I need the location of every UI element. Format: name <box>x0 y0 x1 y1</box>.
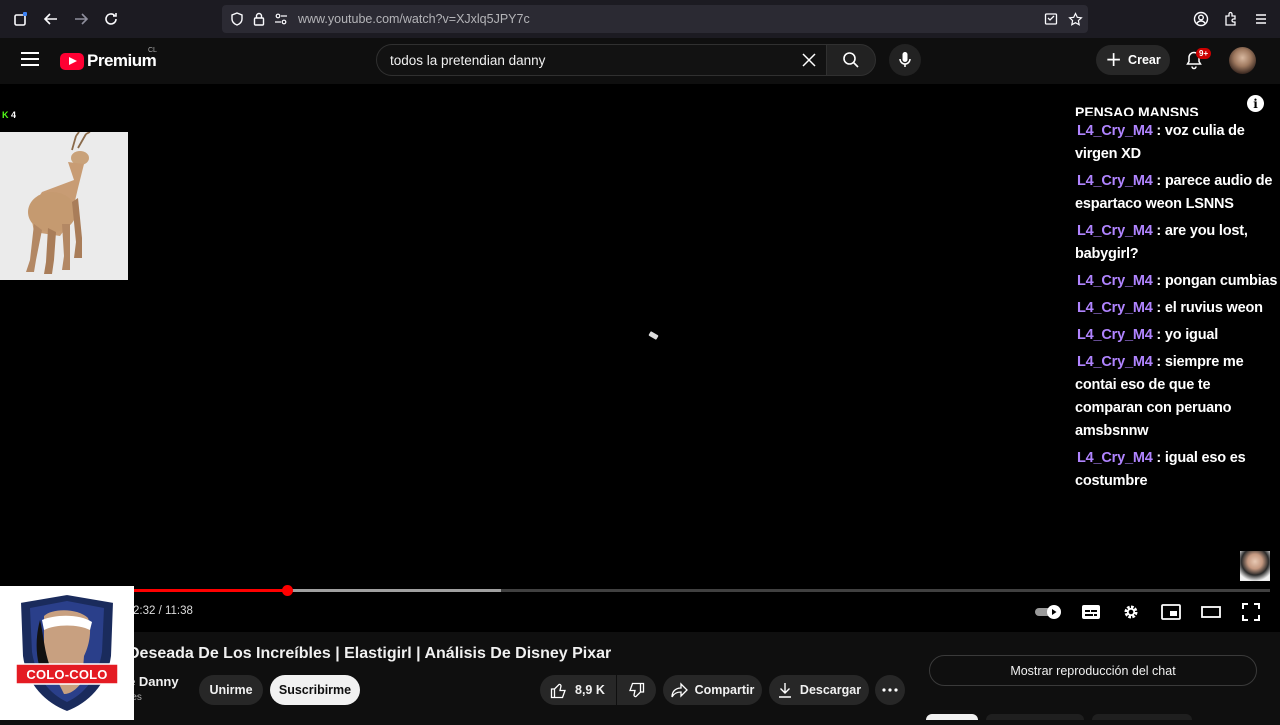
chat-message: L4_Cry_M4 : pongan cumbias <box>1075 270 1280 293</box>
reader-view-icon[interactable] <box>1042 10 1060 28</box>
search-icon <box>843 52 859 68</box>
chat-message: L4_Cry_M4 : el ruvius weon <box>1075 297 1280 320</box>
chat-overlay: PENSAO MANSNS L4_Cry_M4 : voz culia de v… <box>1075 102 1280 493</box>
chat-username: L4_Cry_M4 <box>1077 173 1153 189</box>
browser-toolbar: www.youtube.com/watch?v=XJxlq5JPY7c <box>0 0 1280 38</box>
mouse-cursor <box>648 331 659 340</box>
chat-message: L4_Cry_M4 : yo igual <box>1075 324 1280 347</box>
chat-text: : el ruvius weon <box>1152 300 1263 316</box>
user-avatar[interactable] <box>1229 47 1256 74</box>
extensions-icon[interactable] <box>1221 9 1241 29</box>
download-label: Descargar <box>799 683 862 697</box>
back-icon[interactable] <box>41 9 61 29</box>
kick-viewer-count: K 4 <box>2 110 16 120</box>
chat-message: L4_Cry_M4 : voz culia de virgen XD <box>1075 120 1280 166</box>
plus-icon: + <box>1105 47 1123 71</box>
chat-message: L4_Cry_M4 : siempre me contai eso de que… <box>1075 351 1280 443</box>
recommendation-chip[interactable] <box>1092 714 1192 720</box>
share-arrow-icon <box>670 682 688 698</box>
shield-icon[interactable] <box>228 10 246 28</box>
permissions-icon[interactable] <box>272 10 290 28</box>
clear-search-icon[interactable] <box>798 49 820 71</box>
url-text: www.youtube.com/watch?v=XJxlq5JPY7c <box>298 12 530 26</box>
chat-username: L4_Cry_M4 <box>1077 354 1153 370</box>
like-count: 8,9 K <box>575 683 605 697</box>
chat-text: : pongan cumbias <box>1152 273 1278 289</box>
youtube-premium-logo[interactable]: Premium <box>60 51 157 71</box>
theater-mode-icon[interactable] <box>1199 601 1223 623</box>
chat-username: L4_Cry_M4 <box>1077 300 1153 316</box>
deer-image <box>0 131 128 280</box>
fullscreen-icon[interactable] <box>1239 601 1263 623</box>
region-code: CL <box>148 47 157 54</box>
kick-logo-icon: K <box>2 110 9 120</box>
chat-text: : yo igual <box>1152 327 1219 343</box>
chat-message: L4_Cry_M4 : are you lost, babygirl? <box>1075 220 1280 266</box>
chat-partial-line: PENSAO MANSNS <box>1075 104 1199 116</box>
streamer-facecam <box>1240 551 1270 581</box>
progress-played <box>130 589 288 592</box>
like-button[interactable]: 8,9 K <box>540 675 616 705</box>
autoplay-toggle[interactable] <box>1034 601 1064 623</box>
more-actions-button[interactable] <box>875 675 905 705</box>
forward-icon[interactable] <box>71 9 91 29</box>
thumbs-up-icon <box>550 683 566 698</box>
recommendation-chip[interactable] <box>926 714 978 720</box>
share-button[interactable]: Compartir <box>663 675 762 705</box>
chat-username: L4_Cry_M4 <box>1077 450 1153 466</box>
app-menu-icon[interactable] <box>1251 9 1271 29</box>
chat-message: L4_Cry_M4 : igual eso es costumbre <box>1075 447 1280 493</box>
share-label: Compartir <box>694 683 755 697</box>
settings-gear-icon[interactable] <box>1119 601 1143 623</box>
logo-text: Premium <box>87 51 157 70</box>
video-title: Deseada De Los Increíbles | Elastigirl |… <box>128 645 612 662</box>
download-icon <box>778 683 791 698</box>
join-button[interactable]: Unirme <box>199 675 263 705</box>
colo-colo-logo: COLO-COLO <box>0 586 134 720</box>
youtube-play-icon <box>60 52 84 70</box>
recommendation-chip[interactable] <box>986 714 1084 720</box>
account-icon[interactable] <box>1191 9 1211 29</box>
youtube-header: Premium CL todos la pretendian danny + C… <box>0 38 1280 84</box>
chat-username: L4_Cry_M4 <box>1077 273 1153 289</box>
download-button[interactable]: Descargar <box>769 675 869 705</box>
hamburger-menu-icon[interactable] <box>21 52 39 66</box>
channel-name[interactable]: e Danny <box>128 674 179 689</box>
subtitles-icon[interactable] <box>1079 601 1103 623</box>
progress-scrubber-handle[interactable] <box>282 585 294 596</box>
subscribe-button[interactable]: Suscribirme <box>270 675 360 705</box>
more-horizontal-icon <box>882 688 898 692</box>
notifications-badge: 9+ <box>1196 48 1212 59</box>
show-chat-replay-button[interactable]: Mostrar reproducción del chat <box>929 655 1257 686</box>
miniplayer-icon[interactable] <box>1159 601 1183 623</box>
dislike-button[interactable] <box>617 675 656 705</box>
bookmark-star-icon[interactable] <box>1066 10 1084 28</box>
search-query: todos la pretendian danny <box>390 53 546 68</box>
chat-username: L4_Cry_M4 <box>1077 327 1153 343</box>
chat-message: L4_Cry_M4 : parece audio de espartaco we… <box>1075 170 1280 216</box>
voice-search-button[interactable] <box>889 44 921 76</box>
lock-icon[interactable] <box>250 10 268 28</box>
video-player[interactable]: K 4 i PENSAO MANSNS L4_Cry_M4 : voz culi… <box>0 84 1280 632</box>
search-button[interactable] <box>826 44 876 76</box>
reload-icon[interactable] <box>101 9 121 29</box>
thumbs-down-icon <box>629 682 645 697</box>
chat-username: L4_Cry_M4 <box>1077 223 1153 239</box>
time-display: 2:32 / 11:38 <box>133 605 193 617</box>
tab-overview-icon[interactable] <box>11 9 31 29</box>
colo-colo-text: COLO-COLO <box>26 667 108 682</box>
kick-count-value: 4 <box>11 110 17 120</box>
microphone-icon <box>899 52 911 67</box>
chat-username: L4_Cry_M4 <box>1077 123 1153 139</box>
progress-bar[interactable] <box>130 585 1270 596</box>
url-bar[interactable]: www.youtube.com/watch?v=XJxlq5JPY7c <box>222 5 1088 33</box>
create-button[interactable]: + Crear <box>1096 45 1170 75</box>
search-input[interactable]: todos la pretendian danny <box>376 44 827 76</box>
create-label: Crear <box>1128 53 1161 67</box>
